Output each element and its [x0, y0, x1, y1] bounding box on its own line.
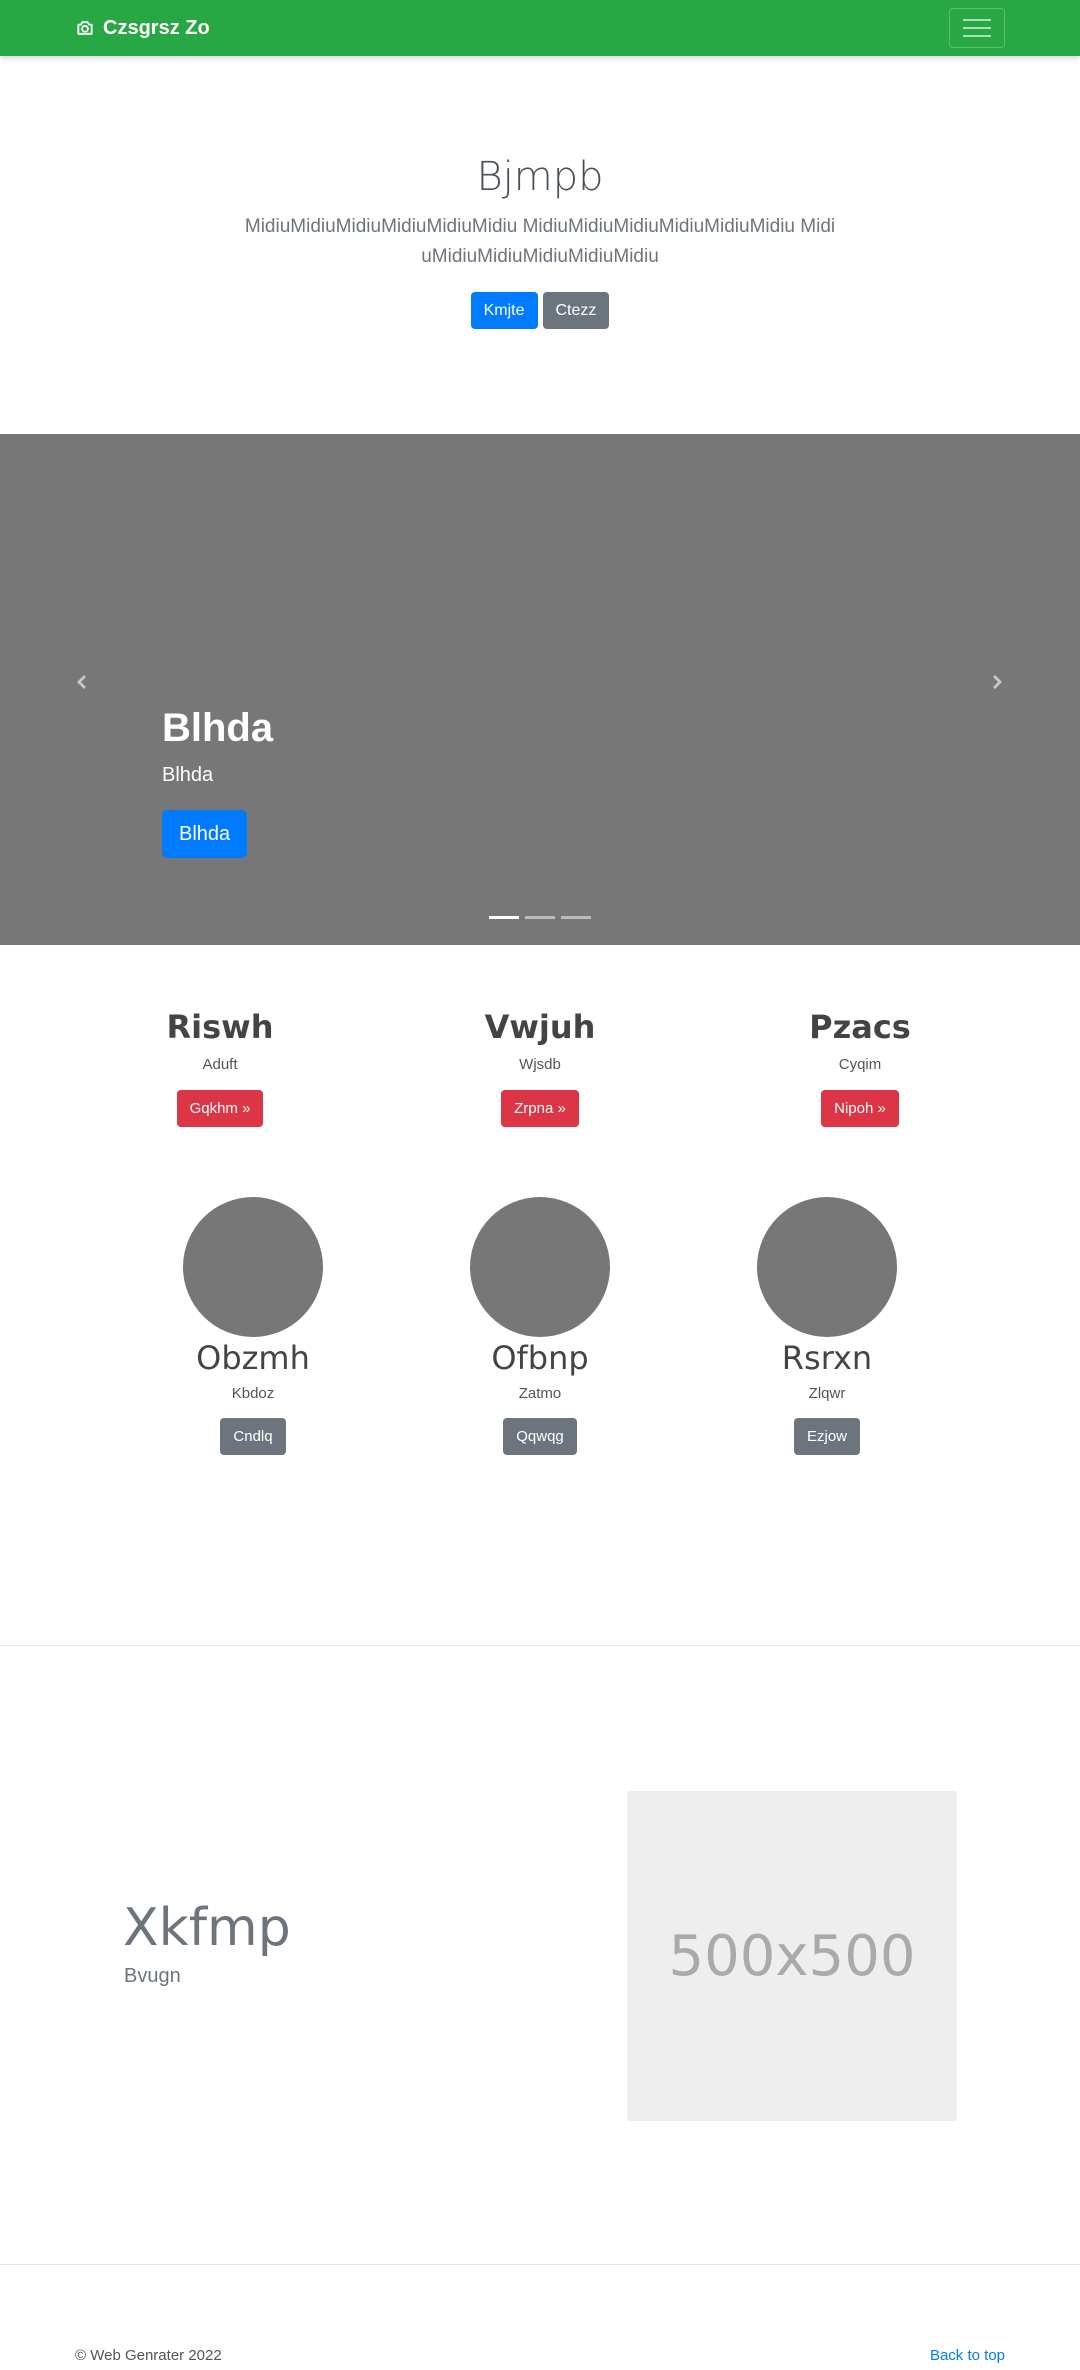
chevron-left-icon[interactable] — [71, 672, 91, 692]
circle-button[interactable]: Cndlq — [220, 1418, 286, 1455]
navbar: Czsgrsz Zo — [0, 0, 1080, 56]
placeholder-image: 500x500 — [627, 1791, 957, 2121]
brand-link[interactable]: Czsgrsz Zo — [75, 14, 210, 42]
camera-icon — [77, 21, 93, 35]
jumbotron: Bjmpb MidiuMidiuMidiuMidiuMidiuMidiu Mid… — [0, 56, 1080, 434]
jumbotron-title: Bjmpb — [476, 154, 604, 200]
jumbotron-primary-button[interactable]: Kmjte — [470, 292, 538, 329]
hamburger-icon-bar — [963, 19, 991, 21]
circle-column: Ofbnp Zatmo Qqwqg — [420, 1197, 660, 1455]
feature-title: Vwjuh — [484, 1008, 596, 1046]
feature-text: Wjsdb — [519, 1056, 561, 1073]
carousel-caption-text: Blhda — [162, 764, 214, 786]
circle-image — [757, 1197, 897, 1337]
feature-button[interactable]: Nipoh » — [821, 1090, 899, 1127]
feature-title: Pzacs — [809, 1008, 911, 1046]
featurette-subtitle: Bvugn — [124, 1965, 181, 1987]
circle-title: Obzmh — [196, 1339, 310, 1377]
jumbotron-buttons: Kmjte Ctezz — [0, 292, 1080, 329]
footer-copyright: © Web Genrater 2022 — [75, 2347, 222, 2364]
section-divider — [0, 1645, 1080, 1646]
circle-button[interactable]: Ezjow — [793, 1418, 860, 1455]
carousel-indicator[interactable] — [489, 916, 519, 919]
back-to-top-link[interactable]: Back to top — [930, 2347, 1005, 2364]
hamburger-icon-bar — [963, 27, 991, 29]
navbar-toggler-button[interactable] — [949, 8, 1005, 48]
circle-title: Ofbnp — [491, 1339, 589, 1377]
section-divider — [0, 2264, 1080, 2265]
circle-column: Obzmh Kbdoz Cndlq — [133, 1197, 373, 1455]
jumbotron-secondary-button[interactable]: Ctezz — [542, 292, 610, 329]
circle-title: Rsrxn — [781, 1339, 873, 1377]
carousel-indicator[interactable] — [561, 916, 591, 919]
circle-text: Kbdoz — [231, 1385, 275, 1402]
carousel-indicator[interactable] — [525, 916, 555, 919]
carousel-caption-title: Blhda — [162, 706, 274, 750]
chevron-right-icon[interactable] — [988, 672, 1008, 692]
feature-column: Pzacs Cyqim Nipoh » — [740, 1008, 980, 1127]
feature-button[interactable]: Gqkhm » — [176, 1090, 264, 1127]
circle-text: Zlqwr — [808, 1385, 846, 1402]
jumbotron-lead: MidiuMidiuMidiuMidiuMidiuMidiu MidiuMidi… — [244, 216, 836, 267]
feature-button[interactable]: Zrpna » — [501, 1090, 579, 1127]
feature-column: Riswh Aduft Gqkhm » — [100, 1008, 340, 1127]
circle-button[interactable]: Qqwqg — [503, 1418, 577, 1455]
circle-column: Rsrxn Zlqwr Ezjow — [707, 1197, 947, 1455]
feature-text: Aduft — [202, 1056, 238, 1073]
featurette-title: Xkfmp — [123, 1898, 291, 1958]
circle-image — [183, 1197, 323, 1337]
carousel: Blhda Blhda Blhda — [0, 434, 1080, 945]
hamburger-icon-bar — [963, 35, 991, 37]
brand-name: Czsgrsz Zo — [103, 16, 210, 39]
feature-title: Riswh — [166, 1008, 274, 1046]
carousel-caption-button[interactable]: Blhda — [162, 810, 248, 858]
circle-text: Zatmo — [518, 1385, 562, 1402]
carousel-indicators — [0, 916, 1080, 919]
circle-image — [470, 1197, 610, 1337]
feature-column: Vwjuh Wjsdb Zrpna » — [420, 1008, 660, 1127]
feature-text: Cyqim — [838, 1056, 882, 1073]
